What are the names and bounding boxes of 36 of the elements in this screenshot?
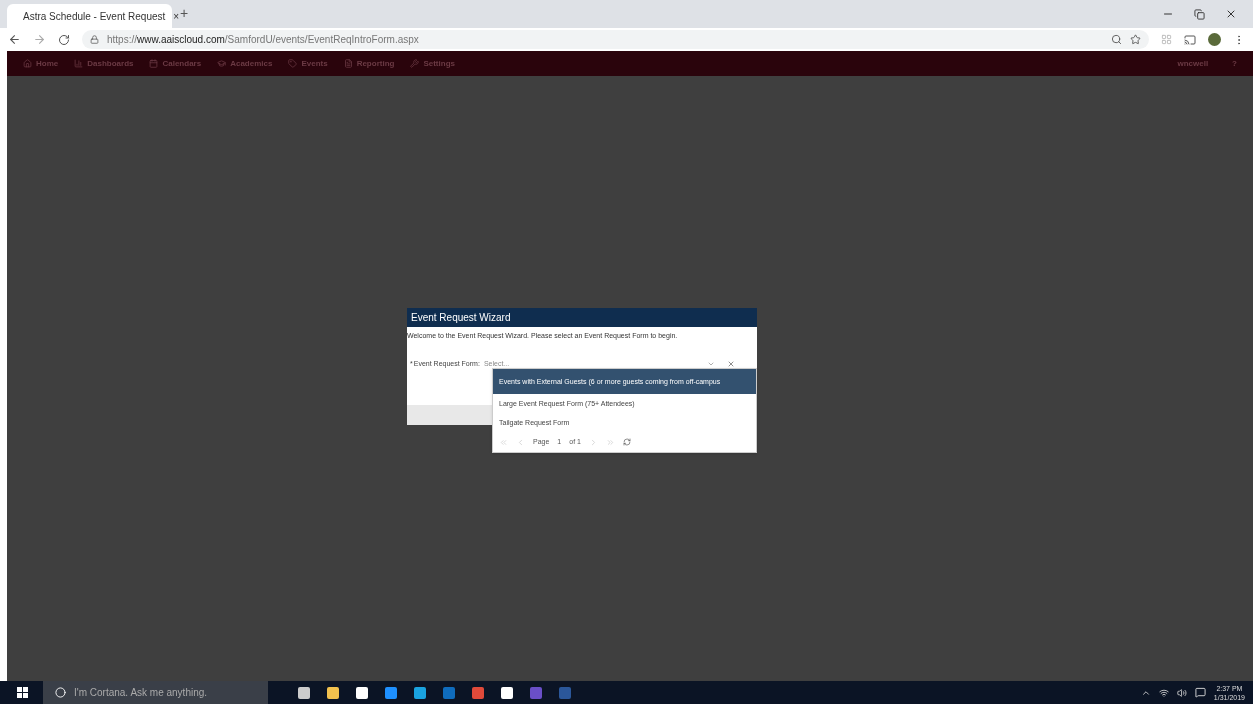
reload-icon[interactable]: [58, 33, 70, 46]
taskbar-app-icon[interactable]: [414, 686, 426, 699]
zoom-icon[interactable]: [1111, 34, 1122, 45]
cast-icon[interactable]: [1184, 33, 1196, 46]
network-icon[interactable]: [1158, 687, 1169, 698]
home-icon: [23, 59, 32, 68]
volume-icon[interactable]: [1176, 687, 1187, 698]
calendar-icon: [149, 59, 159, 68]
clear-icon[interactable]: [726, 359, 735, 368]
cortana-search[interactable]: I'm Cortana. Ask me anything.: [43, 681, 268, 704]
start-icon[interactable]: [17, 687, 28, 698]
bookmark-icon[interactable]: [1130, 34, 1141, 45]
dialog-title: Event Request Wizard: [407, 308, 757, 327]
restore-icon[interactable]: [1194, 8, 1205, 20]
taskbar-app-icon[interactable]: [501, 686, 513, 699]
taskbar-app-icon[interactable]: [327, 686, 339, 699]
refresh-icon[interactable]: [622, 438, 631, 446]
taskbar-app-icon[interactable]: [385, 686, 397, 699]
taskbar-app-icon[interactable]: [298, 686, 310, 699]
close-icon[interactable]: [1225, 8, 1237, 20]
url-field[interactable]: https://www.aaiscloud.com/SamfordU/events/EventReqIntroForm.aspx: [82, 30, 1149, 49]
taskbar-app-icon[interactable]: [356, 686, 368, 699]
lock-icon: [90, 35, 99, 44]
graduation-cap-icon: [217, 59, 227, 68]
new-tab[interactable]: +: [180, 3, 189, 24]
tab-close[interactable]: ×: [173, 8, 180, 24]
notification-icon[interactable]: [1194, 687, 1206, 698]
avatar-icon[interactable]: [1208, 33, 1221, 46]
tag-icon: [288, 59, 298, 68]
url-text: https://www.aaiscloud.com/SamfordU/events/EventReqIntroForm.aspx: [107, 33, 419, 47]
document-icon: [343, 59, 353, 68]
bar-chart-icon: [74, 59, 84, 68]
wrench-icon: [410, 59, 420, 68]
cortana-icon: [55, 687, 66, 698]
tab-title: Astra Schedule - Event Request: [23, 9, 166, 24]
back-icon[interactable]: [8, 33, 21, 46]
